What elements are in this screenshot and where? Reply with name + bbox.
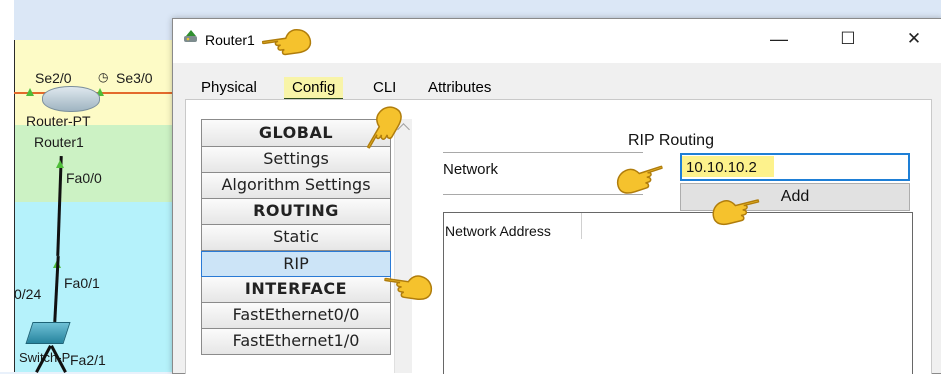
divider xyxy=(443,194,643,195)
router-app-icon xyxy=(184,30,197,42)
zone-edge xyxy=(14,40,15,372)
nav-item-static[interactable]: Static xyxy=(201,225,391,251)
port-label-fa0-1: Fa0/1 xyxy=(64,275,100,291)
canvas-margin xyxy=(0,0,14,372)
nav-scrollbar[interactable] xyxy=(394,119,412,373)
nav-header-routing: ROUTING xyxy=(201,199,391,225)
nav-item-fastethernet0-0[interactable]: FastEthernet0/0 xyxy=(201,303,391,329)
minimize-button[interactable]: — xyxy=(756,19,802,59)
tab-physical[interactable]: Physical xyxy=(193,77,265,98)
device-type-label: Router-PT xyxy=(26,113,91,129)
router-name-label[interactable]: Router1 xyxy=(34,134,84,150)
port-label-fa2-1: Fa2/1 xyxy=(70,352,106,368)
divider xyxy=(443,152,643,153)
switch-icon[interactable] xyxy=(25,322,71,344)
network-label: Network xyxy=(443,161,499,178)
network-address-table[interactable]: Network Address xyxy=(443,212,913,374)
port-label-fa0-0: Fa0/0 xyxy=(66,170,102,186)
port-label-se2-0: Se2/0 xyxy=(35,70,72,86)
network-input[interactable] xyxy=(680,153,910,181)
tab-cli[interactable]: CLI xyxy=(365,77,404,98)
rip-panel-title: RIP Routing xyxy=(628,132,714,149)
nav-item-fastethernet1-0[interactable]: FastEthernet1/0 xyxy=(201,329,391,355)
tab-attributes[interactable]: Attributes xyxy=(420,77,499,98)
nav-header-interface: INTERFACE xyxy=(201,277,391,303)
clock-icon: ◷ xyxy=(98,70,109,84)
router-icon[interactable] xyxy=(42,86,100,112)
column-separator xyxy=(581,213,582,239)
link-status-icon xyxy=(56,160,64,168)
tab-bar: Physical Config CLI Attributes xyxy=(173,71,941,101)
nav-item-algorithm-settings[interactable]: Algorithm Settings xyxy=(201,173,391,199)
subnet-label: 0/24 xyxy=(14,286,42,302)
column-header-network-address[interactable]: Network Address xyxy=(445,223,579,239)
link-status-icon xyxy=(26,88,34,96)
tab-config[interactable]: Config xyxy=(284,77,344,101)
close-button[interactable]: ✕ xyxy=(891,19,937,59)
maximize-button[interactable]: ☐ xyxy=(825,19,871,59)
nav-item-settings[interactable]: Settings xyxy=(201,147,391,173)
nav-item-rip[interactable]: RIP xyxy=(201,251,391,277)
config-nav-list[interactable]: GLOBAL Settings Algorithm Settings ROUTI… xyxy=(201,119,391,373)
router-config-window: Router1 — ☐ ✕ Physical Config CLI Attrib… xyxy=(172,18,941,374)
window-title: Router1 xyxy=(205,32,255,48)
port-label-se3-0: Se3/0 xyxy=(116,70,153,86)
